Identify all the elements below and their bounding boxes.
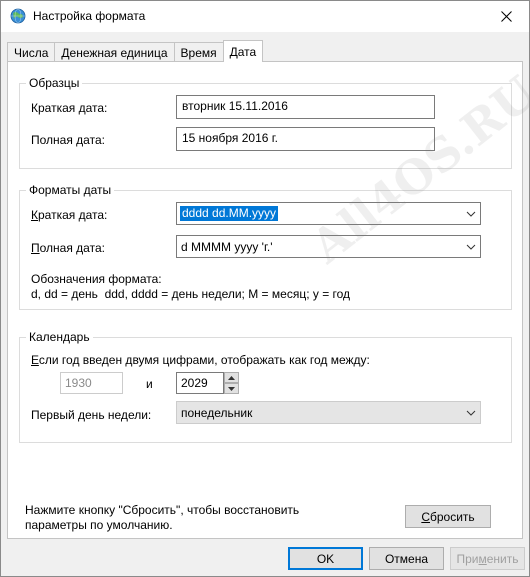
triangle-down-icon <box>228 386 235 391</box>
cancel-button[interactable]: Отмена <box>369 547 444 570</box>
date-formats-group-label: Форматы даты <box>26 183 115 197</box>
first-day-combo[interactable]: понедельник <box>176 401 481 424</box>
apply-button[interactable]: Применить <box>450 547 525 570</box>
tab-time[interactable]: Время <box>173 42 224 62</box>
chevron-down-icon <box>466 211 476 217</box>
date-tab-panel: Образцы Краткая дата: вторник 15.11.2016… <box>7 61 523 539</box>
two-digit-year-label: Если год введен двумя цифрами, отображат… <box>31 353 370 367</box>
reset-hint-line1: Нажмите кнопку "Сбросить", чтобы восстан… <box>25 503 300 517</box>
sample-long-field[interactable]: 15 ноября 2016 г. <box>176 127 435 151</box>
reset-hint-line2: параметры по умолчанию. <box>25 518 173 532</box>
tab-currency[interactable]: Денежная единица <box>54 42 175 62</box>
samples-group: Образцы Краткая дата: вторник 15.11.2016… <box>19 76 512 169</box>
calendar-group: Календарь Если год введен двумя цифрами,… <box>19 330 512 443</box>
year-from-field: 1930 <box>60 372 123 394</box>
close-button[interactable] <box>483 1 529 32</box>
spin-up-button[interactable] <box>224 372 239 383</box>
window-title: Настройка формата <box>33 9 146 23</box>
short-date-format-combo[interactable]: dddd dd.MM.yyyy <box>176 202 481 225</box>
close-icon <box>500 11 512 22</box>
tab-numbers[interactable]: Числа <box>7 42 56 62</box>
and-label: и <box>146 377 153 391</box>
calendar-group-label: Календарь <box>26 330 93 344</box>
chevron-down-icon <box>466 410 476 416</box>
chevron-down-icon <box>466 244 476 250</box>
format-notation-text: d, dd = день ddd, dddd = день недели; M … <box>31 287 351 301</box>
tab-date[interactable]: Дата <box>222 40 264 62</box>
tab-strip: Числа Денежная единица Время Дата <box>7 40 264 62</box>
title-bar[interactable]: Настройка формата <box>1 1 529 32</box>
spin-down-button[interactable] <box>224 383 239 394</box>
format-notation-title: Обозначения формата: <box>31 272 162 286</box>
long-date-format-combo[interactable]: d MMMM yyyy 'г.' <box>176 235 481 258</box>
sample-long-label: Полная дата: <box>31 133 105 147</box>
first-day-value: понедельник <box>181 406 253 420</box>
year-to-field[interactable]: 2029 <box>176 372 224 394</box>
format-long-label: Полная дата: <box>31 241 105 255</box>
first-day-label: Первый день недели: <box>31 408 152 422</box>
short-date-format-value: dddd dd.MM.yyyy <box>180 206 279 221</box>
reset-button[interactable]: Сбросить <box>405 505 491 528</box>
long-date-format-value: d MMMM yyyy 'г.' <box>181 240 273 254</box>
sample-short-label: Краткая дата: <box>31 101 108 115</box>
date-formats-group: Форматы даты Краткая дата: dddd dd.MM.yy… <box>19 183 512 310</box>
format-short-label: Краткая дата: <box>31 208 108 222</box>
triangle-up-icon <box>228 375 235 380</box>
sample-short-field[interactable]: вторник 15.11.2016 <box>176 95 435 119</box>
year-to-spinner <box>224 372 239 394</box>
samples-group-label: Образцы <box>26 76 83 90</box>
ok-button[interactable]: OK <box>288 547 363 570</box>
format-settings-dialog: Настройка формата Числа Денежная единица… <box>0 0 530 577</box>
globe-icon <box>10 8 26 24</box>
